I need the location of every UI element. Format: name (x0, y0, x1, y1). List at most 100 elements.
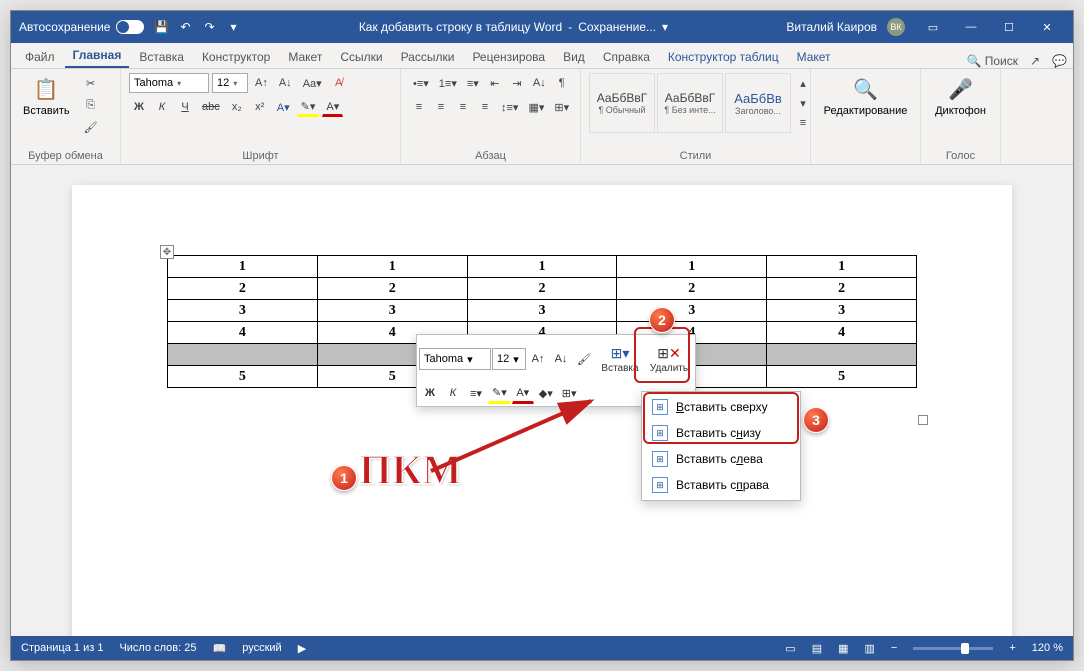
table-cell[interactable]: 1 (168, 256, 318, 278)
table-cell[interactable]: 1 (617, 256, 767, 278)
toggle-switch-icon[interactable] (116, 20, 144, 34)
comments-icon[interactable]: 💬 (1052, 54, 1067, 68)
borders-icon[interactable]: ⊞▾ (550, 97, 573, 117)
tab-table-layout[interactable]: Макет (789, 46, 839, 68)
status-lang[interactable]: русский (242, 642, 281, 654)
print-layout-icon[interactable]: ▦ (838, 642, 848, 655)
tab-references[interactable]: Ссылки (332, 46, 390, 68)
close-icon[interactable]: ✕ (1029, 15, 1065, 39)
font-size-combo[interactable]: 12▾ (212, 73, 248, 93)
mt-delete-button[interactable]: ⊞✕ Удалить (645, 337, 693, 381)
multilevel-icon[interactable]: ≡▾ (463, 73, 483, 93)
redo-icon[interactable]: ↷ (202, 20, 216, 34)
shrink-font-icon[interactable]: A↓ (275, 73, 296, 93)
italic-button[interactable]: К (152, 97, 172, 117)
tab-mailings[interactable]: Рассылки (393, 46, 463, 68)
mt-highlight-icon[interactable]: ✎▾ (488, 382, 511, 404)
mt-size-combo[interactable]: 12▾ (492, 348, 526, 370)
grow-font-icon[interactable]: A↑ (251, 73, 272, 93)
sort-icon[interactable]: A↓ (529, 73, 550, 93)
insert-right-item[interactable]: ⊞ Вставить справа (644, 472, 798, 498)
underline-button[interactable]: Ч (175, 97, 195, 117)
subscript-icon[interactable]: x₂ (227, 97, 247, 117)
autosave-toggle[interactable]: Автосохранение (19, 20, 144, 34)
tab-insert[interactable]: Вставка (131, 46, 192, 68)
table-cell[interactable]: 5 (767, 366, 917, 388)
search-box[interactable]: 🔍 Поиск (966, 54, 1018, 68)
bold-button[interactable]: Ж (129, 97, 149, 117)
styles-down-icon[interactable]: ▾ (793, 93, 813, 113)
table-row[interactable]: 22222 (168, 278, 917, 300)
format-painter-icon[interactable]: 🖌 (80, 117, 102, 137)
align-center-icon[interactable]: ≡ (431, 97, 451, 117)
table-cell[interactable]: 5 (168, 366, 318, 388)
tab-review[interactable]: Рецензирова (464, 46, 553, 68)
insert-below-item[interactable]: ⊞ Вставить снизу (644, 420, 798, 446)
macro-icon[interactable]: ▶ (298, 642, 306, 655)
mt-borders-icon[interactable]: ⊞▾ (558, 382, 581, 404)
clear-format-icon[interactable]: A̸ (329, 73, 349, 93)
table-cell[interactable]: 3 (168, 300, 318, 322)
table-cell[interactable]: 1 (767, 256, 917, 278)
mt-shrink-icon[interactable]: A↓ (550, 348, 572, 370)
table-cell[interactable]: 4 (767, 322, 917, 344)
mt-format-painter-icon[interactable]: 🖌 (573, 348, 595, 370)
justify-icon[interactable]: ≡ (475, 97, 495, 117)
style-nospacing[interactable]: АаБбВвГ ¶ Без инте... (657, 73, 723, 133)
table-resize-handle-icon[interactable] (918, 415, 928, 425)
text-effects-icon[interactable]: A▾ (273, 97, 294, 117)
mt-align-icon[interactable]: ≡▾ (465, 382, 487, 404)
shading-icon[interactable]: ▦▾ (524, 97, 548, 117)
font-family-combo[interactable]: Tahoma▾ (129, 73, 209, 93)
status-page[interactable]: Страница 1 из 1 (21, 642, 103, 654)
strike-button[interactable]: abc (198, 97, 224, 117)
table-cell[interactable]: 1 (317, 256, 467, 278)
tab-design[interactable]: Конструктор (194, 46, 278, 68)
tab-table-design[interactable]: Конструктор таблиц (660, 46, 787, 68)
numbering-icon[interactable]: 1≡▾ (435, 73, 461, 93)
table-cell[interactable]: 2 (767, 278, 917, 300)
line-spacing-icon[interactable]: ↕≡▾ (497, 97, 522, 117)
inc-indent-icon[interactable]: ⇥ (507, 73, 527, 93)
dec-indent-icon[interactable]: ⇤ (485, 73, 505, 93)
zoom-slider[interactable] (913, 647, 993, 650)
mt-insert-button[interactable]: ⊞▾ Вставка (596, 337, 644, 381)
table-cell[interactable]: 2 (467, 278, 617, 300)
status-words[interactable]: Число слов: 25 (119, 642, 196, 654)
tab-file[interactable]: Файл (17, 46, 63, 68)
insert-above-item[interactable]: ⊞ Вставить сверху (644, 394, 798, 420)
ribbon-options-icon[interactable]: ▭ (915, 15, 951, 39)
web-layout-icon[interactable]: ▥ (865, 642, 875, 655)
table-cell[interactable]: 3 (767, 300, 917, 322)
spellcheck-icon[interactable]: 📖 (213, 642, 227, 655)
zoom-level[interactable]: 120 % (1032, 642, 1063, 654)
share-icon[interactable]: ↗ (1030, 54, 1040, 68)
bullets-icon[interactable]: •≡▾ (409, 73, 433, 93)
superscript-icon[interactable]: x² (250, 97, 270, 117)
table-move-handle-icon[interactable]: ✥ (160, 245, 174, 259)
table-cell[interactable]: 2 (617, 278, 767, 300)
styles-more-icon[interactable]: ≡ (793, 113, 813, 133)
user-name[interactable]: Виталий Каиров (786, 20, 877, 34)
style-normal[interactable]: АаБбВвГ ¶ Обычный (589, 73, 655, 133)
zoom-out-icon[interactable]: − (891, 642, 897, 654)
mt-italic-button[interactable]: К (442, 382, 464, 404)
table-cell[interactable] (767, 344, 917, 366)
minimize-icon[interactable]: — (953, 15, 989, 39)
mt-shading-icon[interactable]: ◆▾ (535, 382, 557, 404)
highlight-icon[interactable]: ✎▾ (297, 97, 320, 117)
table-cell[interactable]: 3 (617, 300, 767, 322)
table-cell[interactable]: 2 (317, 278, 467, 300)
mt-fontcolor-icon[interactable]: A▾ (512, 382, 534, 404)
table-cell[interactable]: 3 (317, 300, 467, 322)
table-cell[interactable]: 3 (467, 300, 617, 322)
styles-up-icon[interactable]: ▴ (793, 73, 813, 93)
mt-grow-icon[interactable]: A↑ (527, 348, 549, 370)
table-cell[interactable]: 1 (467, 256, 617, 278)
show-marks-icon[interactable]: ¶ (552, 73, 572, 93)
read-mode-icon[interactable]: ▤ (812, 642, 822, 655)
editing-button[interactable]: 🔍 Редактирование (820, 73, 912, 119)
font-color-icon[interactable]: A▾ (322, 97, 343, 117)
save-icon[interactable]: 💾 (154, 20, 168, 34)
change-case-icon[interactable]: Aa▾ (299, 73, 326, 93)
